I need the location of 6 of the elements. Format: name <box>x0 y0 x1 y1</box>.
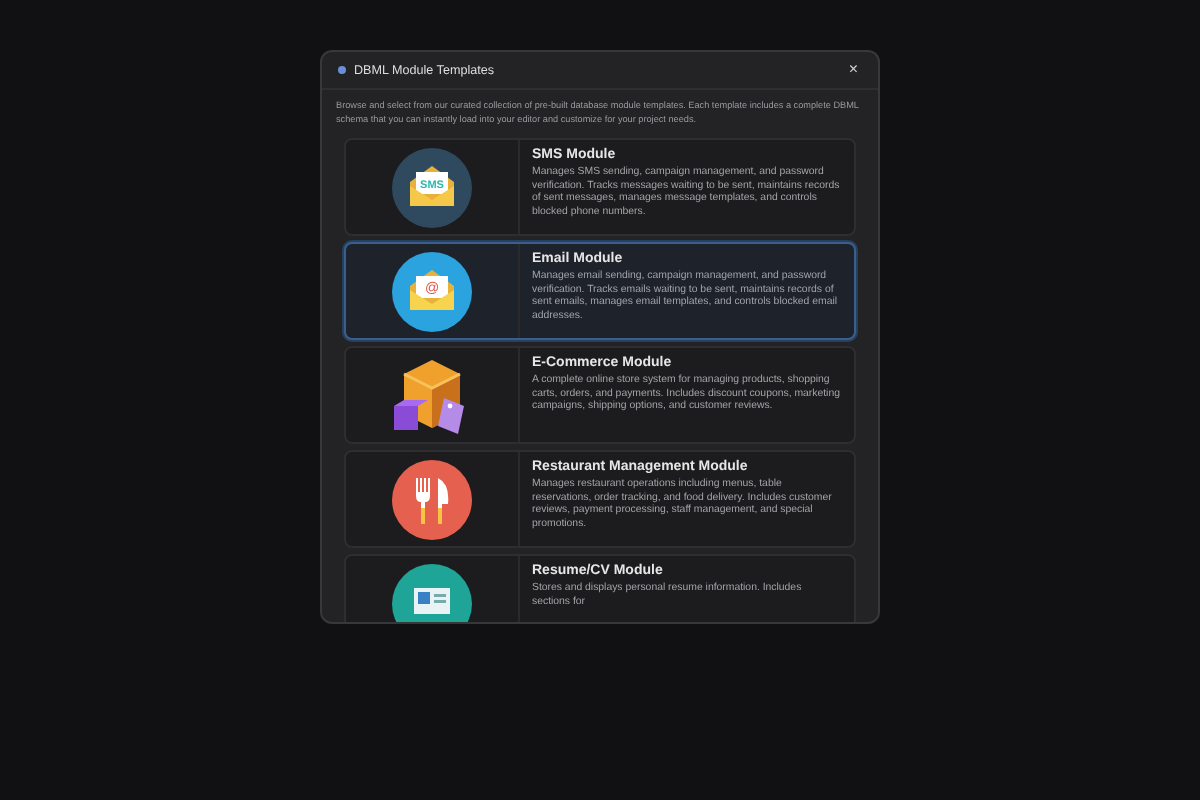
template-card[interactable] <box>344 450 856 548</box>
resume-card-icon <box>392 563 472 622</box>
template-card[interactable] <box>344 242 856 340</box>
fork-knife-icon <box>392 459 472 539</box>
template-card[interactable] <box>344 138 856 236</box>
close-button[interactable]: × <box>844 62 862 78</box>
